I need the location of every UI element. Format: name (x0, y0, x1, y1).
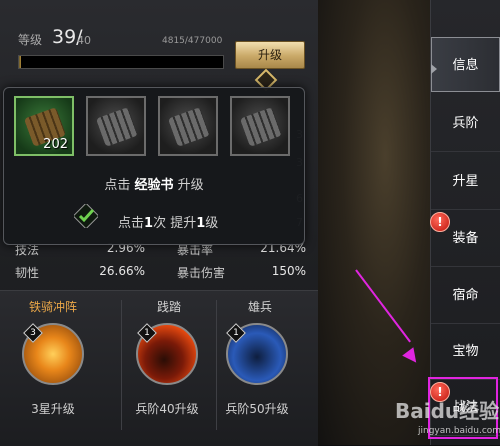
level-max: 40 (77, 34, 91, 47)
popup-hint-text: 点击 经验书 升级 (104, 178, 204, 193)
active-tab-arrow-icon (431, 64, 437, 74)
alert-icon: ! (430, 212, 450, 232)
exp-book-item[interactable] (158, 96, 218, 156)
tab-star-up[interactable]: 升星 (431, 154, 500, 210)
book-count: 202 (43, 137, 68, 152)
skill-name: 雄兵 (247, 300, 272, 314)
watermark: Baidu经验 (395, 399, 500, 423)
exp-book-item-selected[interactable]: 202 (14, 96, 74, 156)
exp-value: 4815/477000 (162, 36, 223, 46)
skill-name: 践踏 (156, 300, 181, 314)
stat-label: 暴击伤害 (177, 266, 226, 280)
skill-name: 铁骑冲阵 (28, 300, 77, 314)
upgrade-button[interactable]: 升级 (235, 41, 305, 69)
watermark-url: jingyan.baidu.com (418, 426, 500, 436)
skill-requirement: 兵阶40升级 (135, 402, 199, 416)
stat-value: 26.66% (99, 264, 145, 278)
skill-requirement: 3星升级 (31, 402, 75, 416)
tab-rank[interactable]: 兵阶 (431, 96, 500, 152)
exp-book-item[interactable] (86, 96, 146, 156)
scroll-icon (239, 107, 283, 147)
scroll-icon (95, 107, 139, 147)
scroll-icon (167, 107, 211, 147)
checkmark-icon[interactable] (74, 204, 98, 228)
exp-progress-bar (18, 55, 224, 69)
popup-option-text[interactable]: 点击1次 提升1级 (118, 212, 218, 231)
skill-requirement: 兵阶50升级 (225, 402, 289, 416)
tab-destiny[interactable]: 宿命 (431, 268, 500, 324)
tab-treasure[interactable]: 宝物 (431, 324, 500, 380)
stat-value: 150% (271, 264, 306, 278)
stat-label: 韧性 (15, 266, 40, 280)
tab-info[interactable]: 信息 (431, 37, 500, 92)
exp-book-item[interactable] (230, 96, 290, 156)
exp-progress-fill (19, 56, 22, 68)
hero-portrait-area (318, 0, 430, 445)
level-label: 等级 (18, 33, 43, 47)
exp-book-popup: 202 点击 经验书 升级 点击1次 提升1级 (3, 87, 305, 245)
